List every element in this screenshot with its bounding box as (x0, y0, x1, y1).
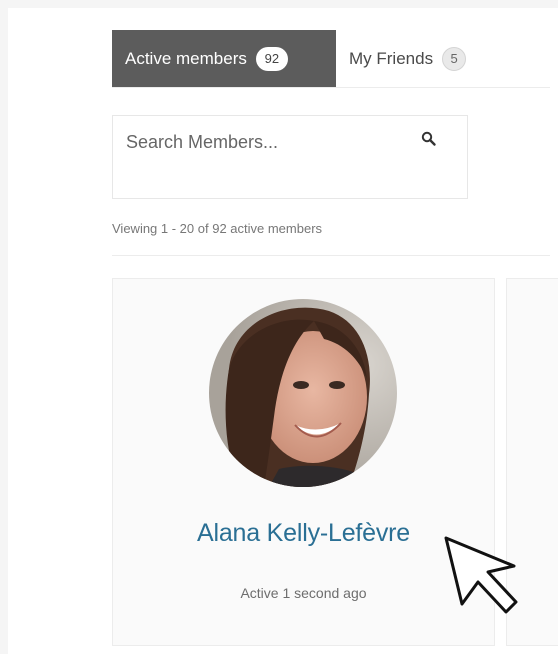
count-badge: 5 (442, 46, 467, 71)
count-badge: 92 (255, 46, 288, 71)
pagination-count: Viewing 1 - 20 of 92 active members (112, 221, 323, 236)
avatar[interactable] (209, 299, 397, 487)
member-tabs: Active members 92 My Friends 5 (112, 30, 550, 88)
tab-my-friends[interactable]: My Friends 5 (336, 30, 479, 87)
search-input[interactable] (126, 132, 396, 153)
search-box (112, 115, 468, 199)
tab-label: My Friends (349, 48, 434, 68)
search-icon[interactable] (420, 130, 438, 148)
tab-label: Active members (125, 48, 247, 68)
divider (112, 255, 550, 256)
mouse-pointer-icon (444, 536, 518, 614)
tab-active-members[interactable]: Active members 92 (112, 30, 336, 87)
avatar-photo (209, 299, 397, 487)
